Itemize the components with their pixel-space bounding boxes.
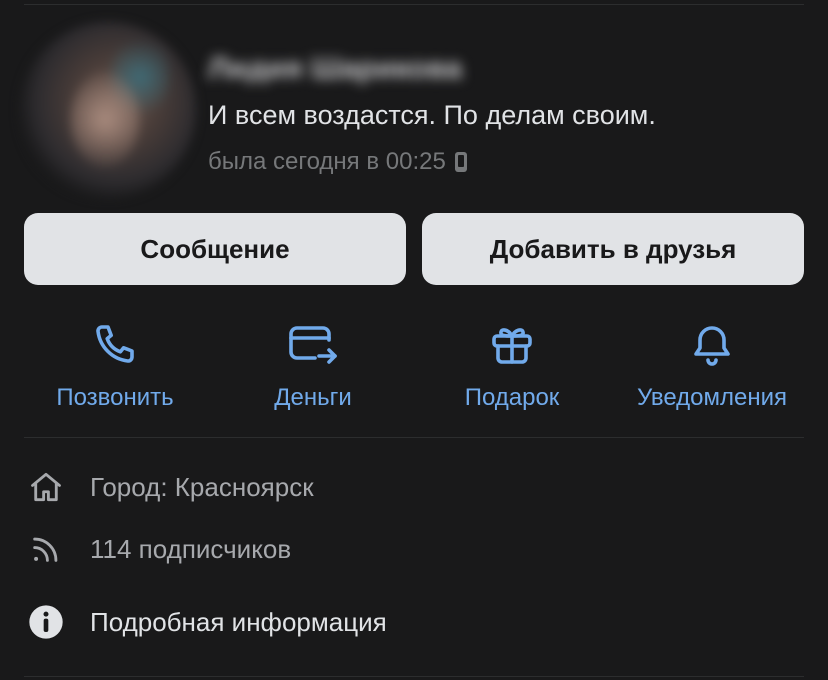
- followers-text: 114 подписчиков: [90, 533, 292, 564]
- notifications-label: Уведомления: [636, 384, 788, 411]
- city-text: Город: Красноярск: [90, 471, 314, 502]
- profile-status: И всем воздастся. По делам своим.: [208, 100, 656, 130]
- mobile-device-icon: [454, 151, 468, 173]
- rss-icon: [24, 527, 68, 571]
- add-friend-button[interactable]: Добавить в друзья: [422, 213, 804, 285]
- last-seen: была сегодня в 00:25: [208, 148, 468, 176]
- gift-label: Подарок: [464, 384, 560, 411]
- gift-action[interactable]: Подарок: [412, 318, 612, 418]
- section-divider: [24, 437, 804, 438]
- money-transfer-icon: [287, 318, 339, 370]
- notifications-action[interactable]: Уведомления: [612, 318, 812, 418]
- money-action[interactable]: Деньги: [213, 318, 413, 418]
- last-seen-text: была сегодня в 00:25: [208, 148, 446, 175]
- bell-icon: [688, 318, 736, 370]
- city-row: Город: Красноярск: [24, 465, 314, 509]
- avatar[interactable]: [20, 22, 196, 198]
- profile-page: Лидия Шарикова И всем воздастся. По дела…: [0, 0, 828, 680]
- call-action[interactable]: Позвонить: [15, 318, 215, 418]
- top-divider: [24, 4, 804, 5]
- profile-name: Лидия Шарикова: [208, 52, 463, 85]
- info-icon: [24, 600, 68, 644]
- phone-icon: [91, 318, 139, 370]
- followers-row[interactable]: 114 подписчиков: [24, 527, 291, 571]
- details-row[interactable]: Подробная информация: [24, 600, 387, 644]
- message-button[interactable]: Сообщение: [24, 213, 406, 285]
- home-icon: [24, 465, 68, 509]
- call-label: Позвонить: [56, 384, 174, 411]
- bottom-divider: [24, 676, 804, 677]
- details-text: Подробная информация: [90, 606, 387, 637]
- money-label: Деньги: [274, 384, 352, 411]
- gift-icon: [488, 318, 536, 370]
